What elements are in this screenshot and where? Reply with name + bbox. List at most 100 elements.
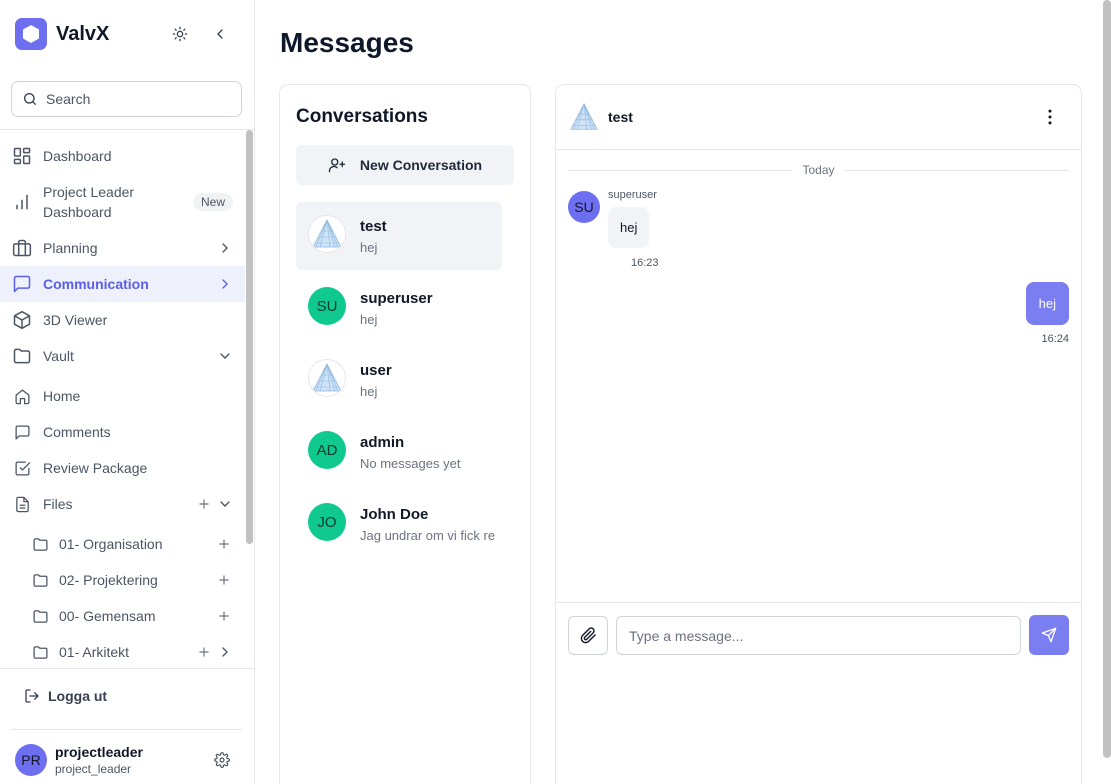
conversation-preview: hej xyxy=(360,312,378,327)
divider xyxy=(568,169,793,171)
conversation-name: John Doe xyxy=(360,506,429,523)
send-icon xyxy=(1041,627,1057,643)
sidebar-item-review-package[interactable]: Review Package xyxy=(0,458,245,478)
brand[interactable]: ValvX xyxy=(15,18,109,50)
avatar xyxy=(308,215,346,253)
sidebar-item-label: 3D Viewer xyxy=(43,312,108,328)
sidebar-item-home[interactable]: Home xyxy=(0,386,245,406)
chevron-down-icon xyxy=(220,353,230,359)
avatar: JO xyxy=(308,503,346,541)
sidebar-item-project-leader-dashboard[interactable]: Project Leader Dashboard New xyxy=(0,182,245,222)
folder-label: 01- Arkitekt xyxy=(59,644,130,660)
sidebar-item-label: Vault xyxy=(43,348,74,364)
cube-icon xyxy=(12,310,32,330)
sidebar-item-label: Comments xyxy=(43,424,111,440)
folder-item[interactable]: 00- Gemensam xyxy=(0,606,245,626)
chevron-right-icon xyxy=(222,243,228,253)
pyramid-icon xyxy=(312,363,342,392)
avatar xyxy=(568,101,600,133)
pyramid-icon xyxy=(570,103,598,130)
folder-item[interactable]: 01- Arkitekt xyxy=(0,642,245,662)
sidebar-scrollbar[interactable] xyxy=(246,130,253,544)
conversation-item[interactable]: user hej xyxy=(296,346,502,414)
paperclip-icon xyxy=(580,627,596,644)
conversation-item[interactable]: SU superuser hej xyxy=(296,274,502,342)
divider xyxy=(0,668,254,669)
conversation-name: admin xyxy=(360,434,405,451)
divider xyxy=(844,169,1069,171)
divider xyxy=(556,602,1081,603)
logout-label: Logga ut xyxy=(48,688,108,704)
send-button[interactable] xyxy=(1029,615,1069,655)
plus-icon[interactable] xyxy=(217,537,231,551)
folder-label: 00- Gemensam xyxy=(59,608,156,624)
avatar: AD xyxy=(308,431,346,469)
folder-item[interactable]: 02- Projektering xyxy=(0,570,245,590)
briefcase-icon xyxy=(12,238,32,258)
conversation-preview: hej xyxy=(360,384,378,399)
conversation-preview: No messages yet xyxy=(360,456,461,471)
chevron-right-icon[interactable] xyxy=(217,644,233,660)
conversation-item[interactable]: JO John Doe Jag undrar om vi fick re xyxy=(296,490,502,558)
conversation-item[interactable]: AD admin No messages yet xyxy=(296,418,502,486)
search-placeholder: Search xyxy=(46,91,91,107)
folder-label: 01- Organisation xyxy=(59,536,163,552)
sidebar-item-planning[interactable]: Planning xyxy=(0,238,245,258)
bar-chart-icon xyxy=(12,192,32,212)
message-bubble-incoming: hej xyxy=(608,207,650,248)
user-role: project_leader xyxy=(55,762,132,776)
message-input[interactable] xyxy=(616,616,1021,655)
conversation-name: user xyxy=(360,362,392,379)
check-square-icon xyxy=(12,458,32,478)
sidebar-item-label: Home xyxy=(43,388,81,404)
folder-icon xyxy=(12,346,32,366)
folder-item[interactable]: 01- Organisation xyxy=(0,534,245,554)
conversation-name: superuser xyxy=(360,290,433,307)
avatar xyxy=(308,359,346,397)
comment-icon xyxy=(12,422,32,442)
conversation-item[interactable]: test hej xyxy=(296,202,502,270)
sidebar-item-communication[interactable]: Communication xyxy=(0,266,245,302)
sidebar-item-vault[interactable]: Vault xyxy=(0,346,245,366)
plus-icon[interactable] xyxy=(197,645,211,659)
sidebar-item-label: Planning xyxy=(43,240,98,256)
file-icon xyxy=(12,494,32,514)
search-icon xyxy=(24,93,36,105)
chevron-down-icon[interactable] xyxy=(217,496,233,512)
chat-header: test xyxy=(556,85,1081,150)
pyramid-icon xyxy=(312,219,342,248)
conversations-title: Conversations xyxy=(296,106,428,127)
theme-toggle-button[interactable] xyxy=(170,24,190,44)
more-vertical-icon xyxy=(1048,109,1052,125)
sidebar-item-3d-viewer[interactable]: 3D Viewer xyxy=(0,310,245,330)
settings-button[interactable] xyxy=(214,752,230,768)
new-conversation-button[interactable]: New Conversation xyxy=(296,145,514,185)
chevron-left-icon xyxy=(217,29,223,39)
folder-icon xyxy=(30,642,50,662)
sidebar-item-files[interactable]: Files xyxy=(0,494,245,514)
attach-button[interactable] xyxy=(568,616,608,655)
collapse-sidebar-button[interactable] xyxy=(210,24,230,44)
logout-icon xyxy=(25,689,39,703)
sidebar-item-dashboard[interactable]: Dashboard xyxy=(0,146,245,166)
sidebar-item-label: Communication xyxy=(43,276,149,292)
more-options-button[interactable] xyxy=(1040,107,1060,127)
message-time: 16:23 xyxy=(631,257,659,269)
avatar: PR xyxy=(15,744,47,776)
nav-menu: Dashboard Project Leader Dashboard New P… xyxy=(0,130,254,668)
sidebar-item-comments[interactable]: Comments xyxy=(0,422,245,442)
day-separator: Today xyxy=(568,163,1069,177)
user-profile[interactable]: PR projectleader project_leader xyxy=(15,744,143,776)
gear-icon xyxy=(214,752,230,768)
logo-icon xyxy=(15,18,47,50)
plus-icon[interactable] xyxy=(217,573,231,587)
search-input[interactable]: Search xyxy=(11,81,242,117)
home-icon xyxy=(12,386,32,406)
plus-icon[interactable] xyxy=(197,497,211,511)
new-conversation-label: New Conversation xyxy=(359,157,483,173)
logout-button[interactable]: Logga ut xyxy=(24,688,107,704)
page-scrollbar[interactable] xyxy=(1103,0,1111,758)
user-name: projectleader xyxy=(55,744,143,760)
chevron-right-icon xyxy=(222,279,228,289)
plus-icon[interactable] xyxy=(217,609,231,623)
